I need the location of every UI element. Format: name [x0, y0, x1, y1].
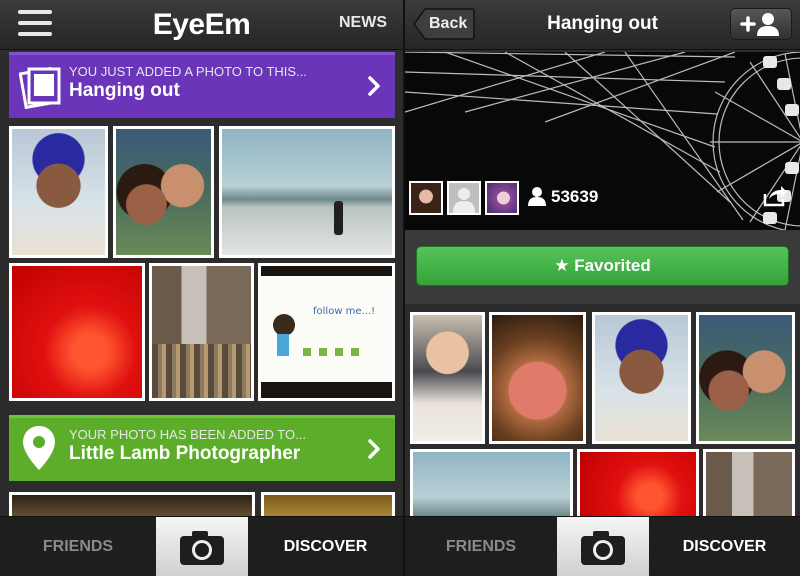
contributor-avatar[interactable] [447, 181, 481, 215]
default-avatar-icon [453, 188, 475, 213]
camera-icon [180, 531, 224, 565]
add-friend-button[interactable] [730, 8, 792, 40]
share-icon[interactable] [762, 184, 788, 208]
photo-thumbnail[interactable] [9, 263, 145, 401]
contributor-avatar[interactable] [485, 181, 519, 215]
banner-title: Little Lamb Photographer [69, 443, 301, 464]
chevron-right-icon [368, 76, 380, 96]
tab-friends[interactable]: FRIENDS [0, 517, 156, 576]
camera-icon [581, 531, 625, 565]
bottom-tab-bar: FRIENDS DISCOVER [0, 516, 403, 576]
map-pin-icon [23, 426, 55, 470]
photo-thumbnail[interactable]: follow me...! [258, 263, 395, 401]
photo-thumbnail[interactable] [696, 312, 795, 444]
banner-subtitle: YOU JUST ADDED A PHOTO TO THIS... [69, 64, 307, 79]
follow-me-text: follow me...! [313, 306, 376, 317]
tab-friends[interactable]: FRIENDS [405, 517, 557, 576]
add-friend-icon [740, 13, 779, 36]
favorited-button[interactable]: ★ Favorited [416, 246, 789, 286]
photo-thumbnail[interactable] [410, 312, 485, 444]
photo-stack-icon [19, 66, 61, 110]
chevron-right-icon [368, 439, 380, 459]
tab-discover[interactable]: DISCOVER [649, 517, 800, 576]
news-feed-screen: EyeEm NEWS YOU JUST ADDED A PHOTO TO THI… [0, 0, 403, 576]
album-screen: Back Hanging out 53639 ★ Favorited FRIEN… [405, 0, 800, 576]
photo-thumbnail[interactable] [149, 263, 254, 401]
favorite-section: ★ Favorited [405, 230, 800, 304]
bottom-tab-bar: FRIENDS DISCOVER [405, 516, 800, 576]
camera-button[interactable] [557, 517, 649, 576]
added-photo-banner[interactable]: YOU JUST ADDED A PHOTO TO THIS... Hangin… [9, 52, 395, 118]
top-bar: Back Hanging out [405, 0, 800, 50]
added-to-album-banner[interactable]: YOUR PHOTO HAS BEEN ADDED TO... Little L… [9, 415, 395, 481]
news-button[interactable]: NEWS [339, 14, 387, 32]
people-count: 53639 [551, 187, 599, 206]
photo-thumbnail[interactable] [9, 126, 108, 258]
photo-thumbnail[interactable] [219, 126, 395, 258]
contributor-avatar[interactable] [409, 181, 443, 215]
banner-subtitle: YOUR PHOTO HAS BEEN ADDED TO... [69, 427, 306, 442]
photo-thumbnail[interactable] [703, 449, 795, 519]
photo-thumbnail[interactable] [577, 449, 699, 519]
photo-thumbnail[interactable] [410, 449, 573, 519]
photo-thumbnail[interactable] [113, 126, 214, 258]
top-bar: EyeEm NEWS [0, 0, 403, 50]
banner-title: Hanging out [69, 80, 180, 101]
photo-thumbnail[interactable] [489, 312, 586, 444]
photo-thumbnail[interactable] [592, 312, 691, 444]
camera-button[interactable] [156, 517, 248, 576]
person-icon [528, 187, 546, 206]
tab-discover[interactable]: DISCOVER [248, 517, 403, 576]
